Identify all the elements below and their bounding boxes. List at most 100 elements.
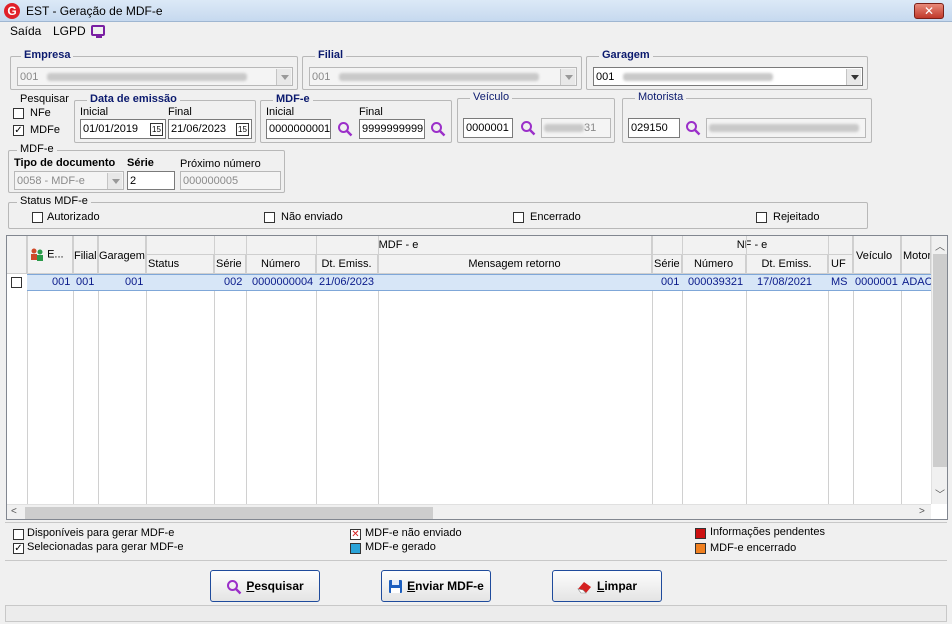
filial-title: Filial [315, 49, 347, 61]
search-icon[interactable] [337, 121, 353, 137]
data-inicial-value: 01/01/2019 [83, 123, 139, 135]
separator [5, 560, 947, 561]
menu-saida-label: Saída [10, 24, 42, 38]
empresa-group: Empresa 001 [10, 49, 298, 90]
mdfe-inicial-input[interactable]: 0000000001 [266, 119, 331, 139]
header-mensagem[interactable]: Mensagem retorno [378, 255, 652, 274]
vertical-scrollbar[interactable]: ︿ ﹀ [931, 236, 947, 504]
empresa-select[interactable]: 001 [17, 67, 293, 86]
legend-box-disponiveis [13, 529, 24, 540]
mdfe-label: MDFe [30, 124, 60, 136]
enviar-hotkey: E [407, 579, 416, 593]
horizontal-scroll-thumb[interactable] [25, 507, 433, 519]
mdfe-final-input[interactable]: 9999999999 [359, 119, 425, 139]
mdfe-checkbox[interactable]: ✓ [13, 125, 24, 136]
chevron-down-icon[interactable] [107, 173, 122, 189]
veiculo-input[interactable]: 0000001 [463, 118, 513, 138]
tipo-documento-select[interactable]: 0058 - MDF-e [14, 171, 124, 190]
rejeitado-checkbox[interactable] [756, 212, 767, 223]
serie-input[interactable]: 2 [127, 171, 175, 190]
mdfe-doc-group: MDF-e Tipo de documento Série Próximo nú… [8, 143, 285, 193]
header-serie[interactable]: Série [214, 255, 246, 274]
pesquisar-button[interactable]: Pesquisar [210, 570, 320, 602]
header-status[interactable]: Status [146, 255, 214, 274]
garagem-select[interactable]: 001 [593, 67, 863, 86]
encerrado-checkbox[interactable] [513, 212, 524, 223]
header-nf-numero[interactable]: Número [682, 255, 746, 274]
eraser-icon [577, 581, 591, 594]
chevron-down-icon[interactable] [846, 69, 861, 85]
filial-select[interactable]: 001 [309, 67, 577, 86]
header-nf-dt-emiss[interactable]: Dt. Emiss. [746, 255, 828, 274]
scroll-down-icon[interactable]: ﹀ [935, 486, 945, 501]
motorista-value: 029150 [631, 122, 668, 134]
chevron-down-icon[interactable] [560, 69, 575, 85]
scroll-right-icon[interactable]: > [919, 506, 925, 517]
legend-gerado: MDF-e gerado [365, 541, 436, 553]
pesquisar-group: Pesquisar NFe ✓ MDFe [8, 93, 72, 143]
header-motorista[interactable]: Motori [901, 236, 931, 274]
motorista-desc [706, 118, 866, 138]
menu-lgpd[interactable]: LGPD [53, 24, 86, 38]
check-icon: ✓ [13, 543, 24, 554]
cell-nf-numero: 000039321 [688, 276, 744, 288]
veiculo-desc-suffix: 31 [584, 122, 597, 134]
motorista-title: Motorista [635, 91, 687, 103]
search-icon[interactable] [430, 121, 446, 137]
autorizado-label: Autorizado [47, 211, 100, 223]
calendar-icon[interactable]: 15 [150, 123, 163, 136]
encerrado-label: Encerrado [530, 211, 581, 223]
header-e[interactable]: E... [27, 236, 73, 274]
header-group-mdfe-label: MDF - e [378, 239, 419, 251]
header-corner [7, 236, 27, 274]
horizontal-scrollbar[interactable]: < > [7, 504, 931, 519]
legend-box-pendentes [695, 528, 706, 539]
mdfe-grid[interactable]: E... Filial Garagem MDF - e NF - e Veícu… [6, 235, 948, 520]
limpar-button[interactable]: Limpar [552, 570, 662, 602]
data-final-value: 21/06/2023 [171, 123, 227, 135]
header-uf-label: UF [831, 258, 846, 270]
monitor-icon[interactable] [91, 25, 105, 38]
data-inicial-input[interactable]: 01/01/2019 15 [80, 119, 166, 139]
garagem-title: Garagem [599, 49, 653, 61]
search-icon [227, 579, 242, 595]
header-veiculo[interactable]: Veículo [853, 236, 901, 274]
enviar-mdfe-button[interactable]: Enviar MDF-e [381, 570, 491, 602]
mdfe-final-label: Final [359, 106, 383, 118]
search-icon[interactable] [520, 120, 536, 136]
empresa-title: Empresa [21, 49, 74, 61]
search-icon[interactable] [685, 120, 701, 136]
header-garagem[interactable]: Garagem [98, 236, 146, 274]
header-uf[interactable]: UF [828, 255, 853, 274]
autorizado-checkbox[interactable] [32, 212, 43, 223]
chevron-down-icon[interactable] [276, 69, 291, 85]
row-checkbox[interactable] [11, 277, 22, 288]
header-filial[interactable]: Filial [73, 236, 98, 274]
header-filial-label: Filial [74, 250, 97, 262]
header-nf-serie[interactable]: Série [652, 255, 682, 274]
menu-saida[interactable]: Saída [10, 24, 41, 38]
calendar-icon[interactable]: 15 [236, 123, 249, 136]
data-emissao-group: Data de emissão Inicial Final 01/01/2019… [74, 93, 256, 143]
close-button[interactable]: ✕ [914, 3, 944, 19]
header-dt-emiss[interactable]: Dt. Emiss. [316, 255, 378, 274]
mdfe-range-title: MDF-e [273, 93, 313, 105]
scroll-up-icon[interactable]: ︿ [935, 238, 945, 253]
proximo-numero-value: 000000005 [183, 175, 239, 187]
mdfe-inicial-label: Inicial [266, 106, 295, 118]
nao-enviado-checkbox[interactable] [264, 212, 275, 223]
data-final-input[interactable]: 21/06/2023 15 [168, 119, 252, 139]
cell-veiculo: 0000001 [855, 276, 898, 288]
motorista-input[interactable]: 029150 [628, 118, 680, 138]
pesquisar-title: Pesquisar [20, 93, 69, 105]
mdfe-range-group: MDF-e Inicial Final 0000000001 999999999… [260, 93, 452, 143]
header-numero[interactable]: Número [246, 255, 316, 274]
vertical-scroll-thumb[interactable] [933, 254, 947, 467]
legend-selecionadas: Selecionadas para gerar MDF-e [27, 541, 184, 553]
scroll-left-icon[interactable]: < [11, 506, 17, 517]
nao-enviado-label: Não enviado [281, 211, 343, 223]
nfe-checkbox[interactable] [13, 108, 24, 119]
redacted-text [623, 73, 774, 82]
cell-e: 001 [52, 276, 71, 288]
cell-uf: MS [831, 276, 848, 288]
